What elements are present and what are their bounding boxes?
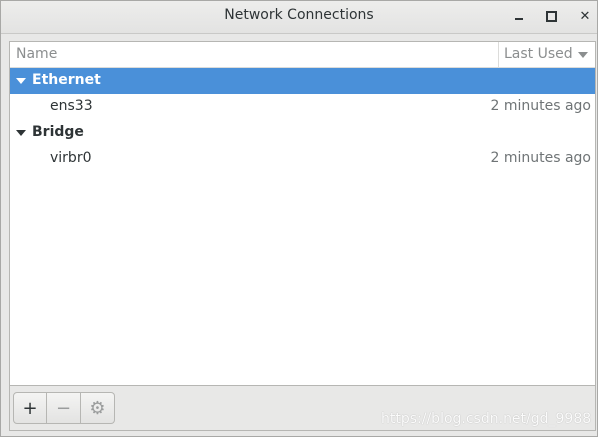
minus-icon: − (55, 397, 72, 419)
connection-row-ens33[interactable]: ens33 2 minutes ago (10, 94, 595, 120)
connection-name: ens33 (50, 98, 93, 114)
close-icon: ✕ (579, 8, 591, 24)
maximize-button[interactable] (540, 5, 562, 27)
sort-descending-icon[interactable] (578, 52, 588, 58)
connection-row-virbr0[interactable]: virbr0 2 minutes ago (10, 146, 595, 172)
minimize-button[interactable] (508, 5, 530, 27)
network-connections-window: Network Connections ✕ Name Last Used Eth… (0, 0, 598, 437)
edit-connection-button[interactable]: ⚙ (81, 392, 115, 424)
plus-icon: + (22, 397, 38, 419)
connections-list: Name Last Used Ethernet ens33 2 minutes … (9, 41, 596, 386)
gear-icon: ⚙ (89, 397, 106, 419)
group-label: Bridge (32, 124, 84, 140)
maximize-icon (545, 10, 557, 22)
column-header-name[interactable]: Name (16, 46, 57, 62)
close-button[interactable]: ✕ (574, 5, 596, 27)
group-row-bridge[interactable]: Bridge (10, 120, 595, 146)
connection-last-used: 2 minutes ago (490, 98, 591, 114)
remove-connection-button[interactable]: − (47, 392, 81, 424)
column-header-row: Name Last Used (10, 42, 595, 68)
add-connection-button[interactable]: + (13, 392, 47, 424)
group-label: Ethernet (32, 72, 101, 88)
column-separator[interactable] (498, 42, 499, 67)
minimize-icon (515, 18, 523, 20)
expander-down-icon[interactable] (16, 78, 26, 84)
watermark: https://blog.csdn.net/gd_9988 (381, 411, 592, 427)
connection-last-used: 2 minutes ago (490, 150, 591, 166)
column-header-last-used[interactable]: Last Used (504, 46, 573, 62)
titlebar[interactable]: Network Connections ✕ (1, 1, 597, 34)
connection-name: virbr0 (50, 150, 92, 166)
expander-down-icon[interactable] (16, 130, 26, 136)
group-row-ethernet[interactable]: Ethernet (10, 68, 595, 94)
